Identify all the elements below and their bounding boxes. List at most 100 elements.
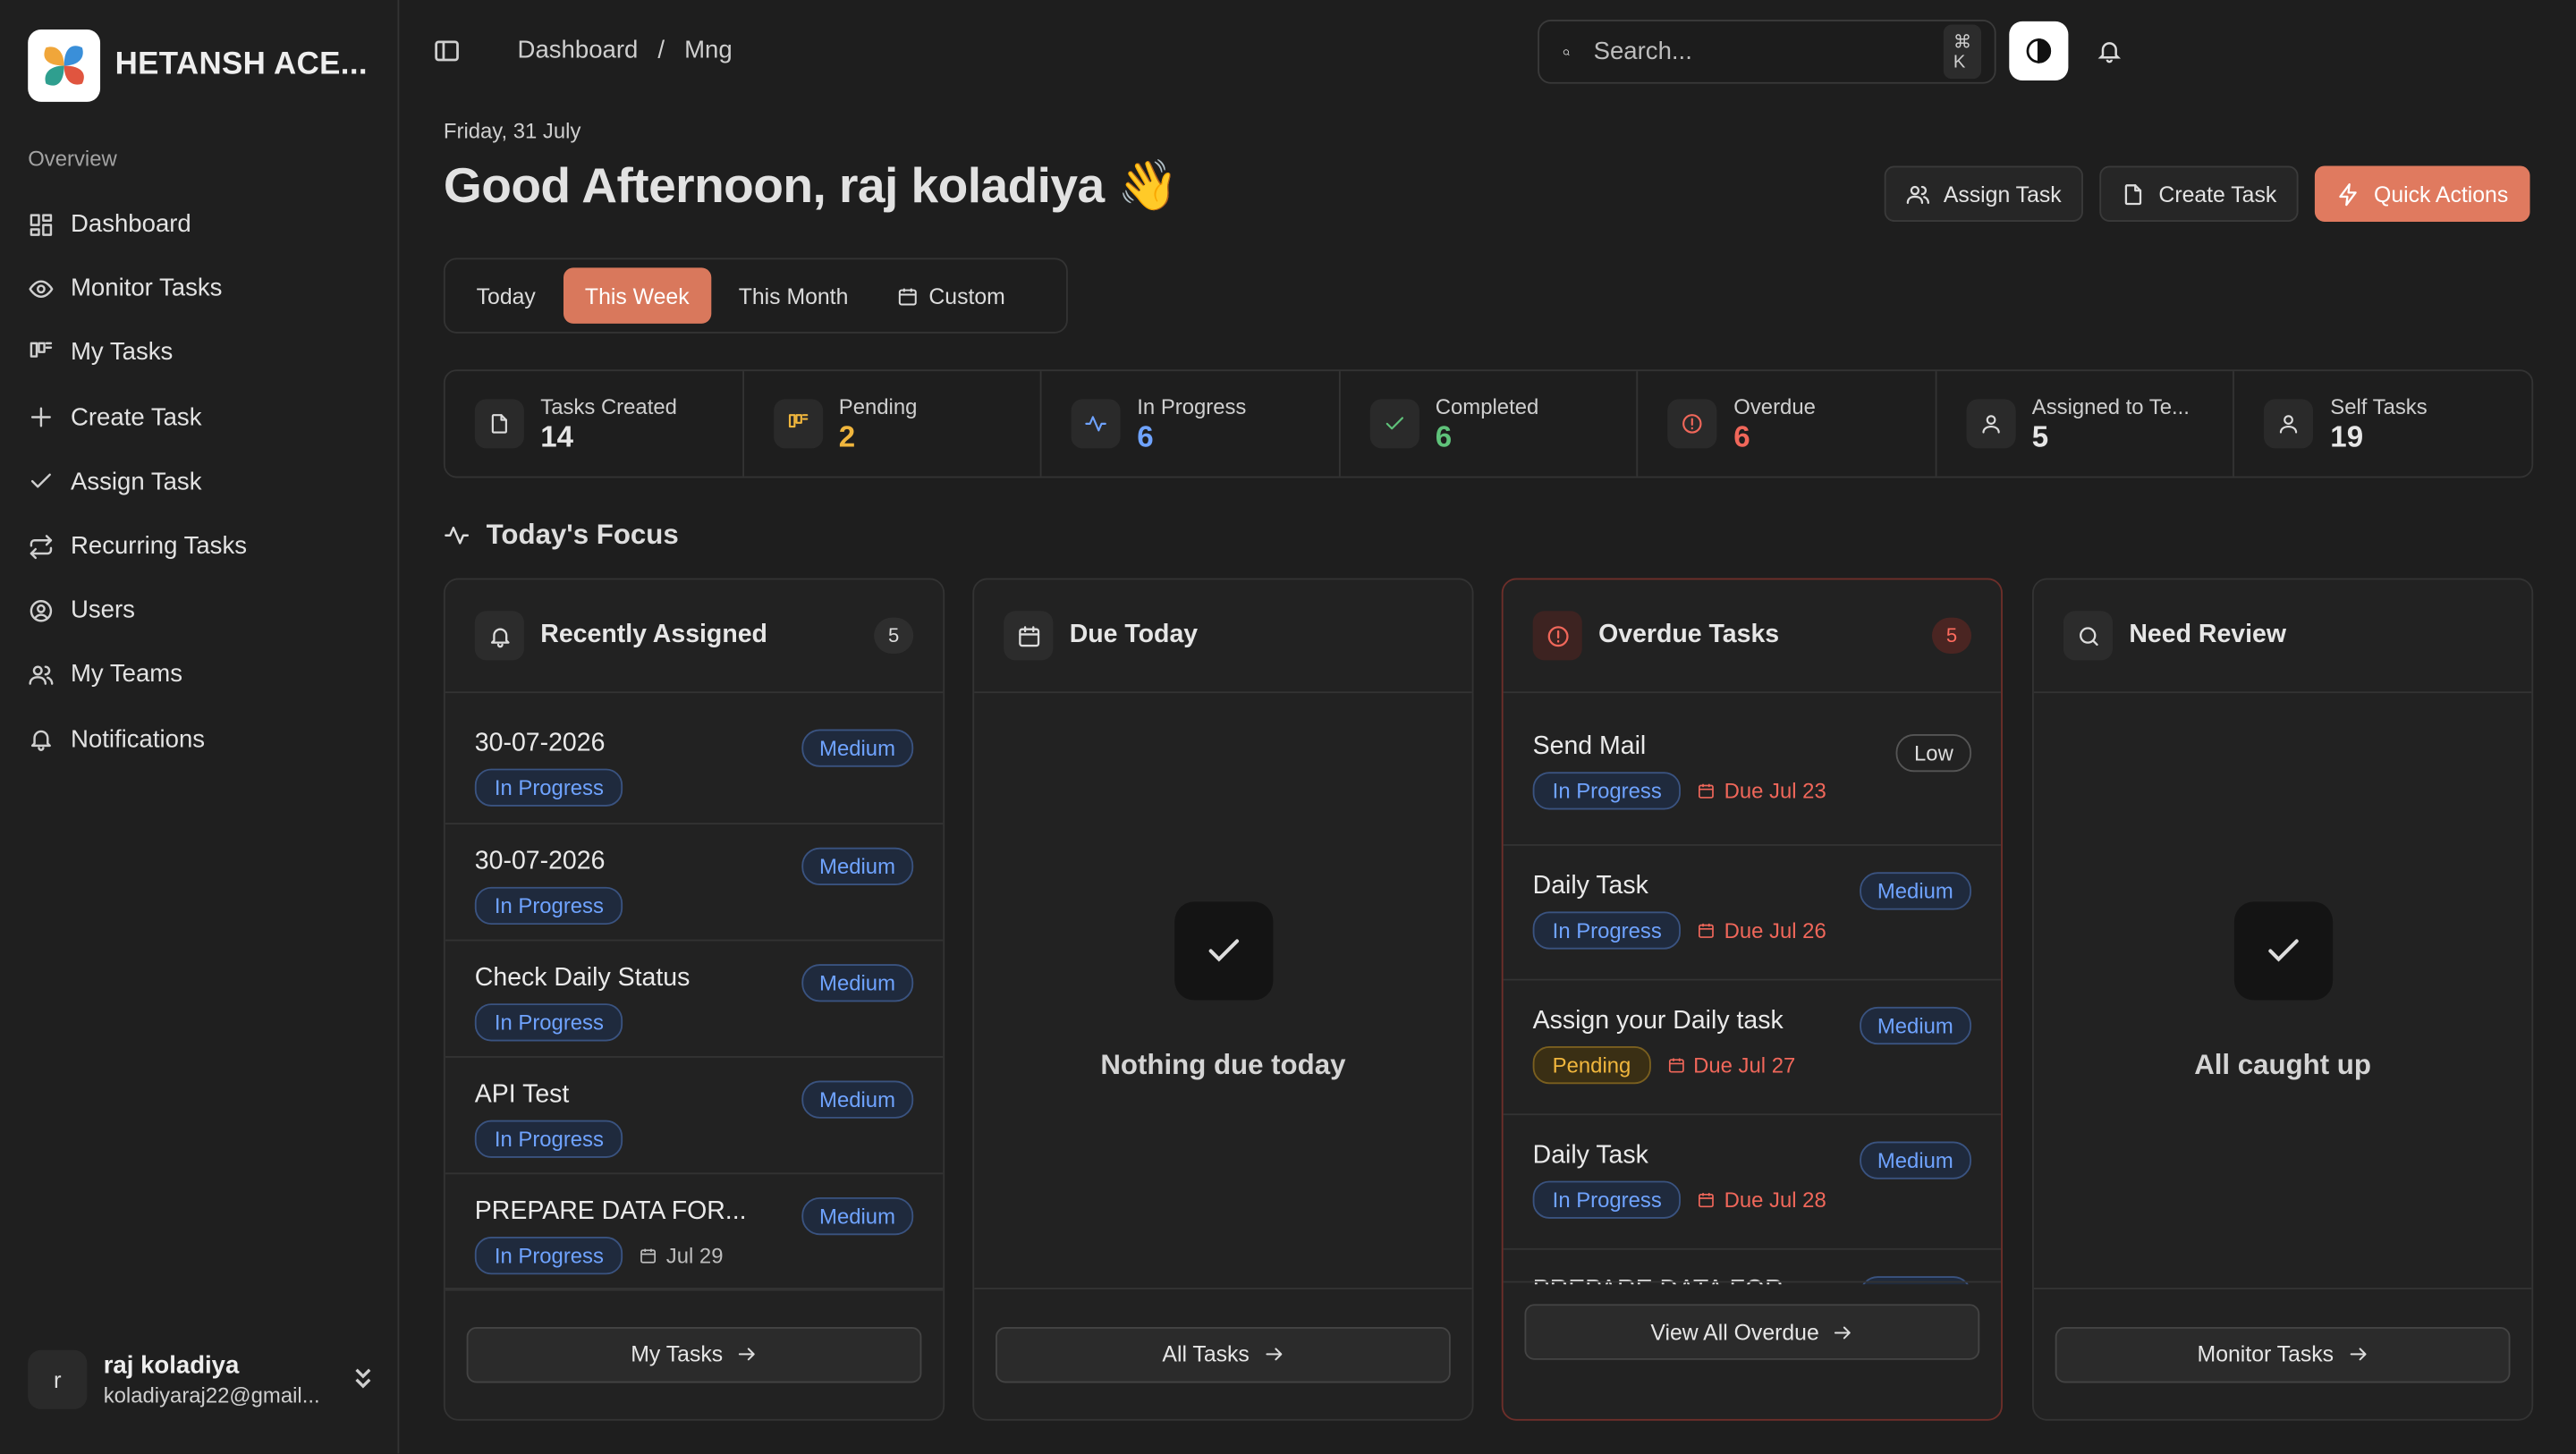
list-item[interactable]: Check Daily Status Medium In Progress bbox=[445, 941, 944, 1058]
count-badge: 5 bbox=[1931, 617, 1972, 655]
calendar-icon bbox=[1004, 611, 1054, 661]
view-all-overdue-button[interactable]: View All Overdue bbox=[1524, 1304, 1980, 1360]
list-item[interactable]: Daily Task Medium In Progress Due Jul 28 bbox=[1503, 1115, 2002, 1250]
stat-label: Completed bbox=[1435, 393, 1539, 418]
list-item[interactable]: 30-07-2026 Medium In Progress bbox=[445, 824, 944, 942]
stat-label: In Progress bbox=[1137, 393, 1247, 418]
list-item[interactable]: PREPARE DATA FOR... Medium In Progress Jul … bbox=[445, 1174, 944, 1291]
list-item[interactable]: API Test Medium In Progress bbox=[445, 1058, 944, 1175]
card-recently-assigned: Recently Assigned 5 30-07-2026 Medium In P… bbox=[443, 578, 945, 1421]
stat-tasks-created[interactable]: Tasks Created 14 bbox=[445, 371, 744, 477]
list-item[interactable]: Send Mail Low In Progress Due Jul 23 bbox=[1503, 693, 2002, 846]
calendar-icon bbox=[641, 1248, 657, 1264]
file-icon bbox=[2124, 183, 2142, 205]
sidebar-item-my-teams[interactable]: My Teams bbox=[28, 643, 373, 707]
task-list: Send Mail Low In Progress Due Jul 23 Daily T… bbox=[1503, 693, 2002, 1285]
priority-badge: Low bbox=[1895, 734, 1972, 773]
brand[interactable]: HETANSH ACE... bbox=[28, 30, 368, 102]
breadcrumb-dashboard[interactable]: Dashboard bbox=[518, 36, 639, 63]
priority-badge: Medium bbox=[1859, 872, 1972, 910]
tab-custom[interactable]: Custom bbox=[877, 267, 1027, 323]
stat-self-tasks[interactable]: Self Tasks 19 bbox=[2235, 371, 2532, 477]
due-date-text: Jul 29 bbox=[665, 1243, 724, 1268]
sidebar-item-label: My Teams bbox=[70, 661, 183, 689]
sidebar-item-notifications[interactable]: Notifications bbox=[28, 707, 373, 772]
sidebar-toggle-icon[interactable] bbox=[434, 38, 460, 63]
stats-bar: Tasks Created 14 Pending 2 In Progress 6 Compl… bbox=[443, 369, 2534, 478]
user-icon bbox=[1966, 399, 2016, 449]
stat-pending[interactable]: Pending 2 bbox=[743, 371, 1042, 477]
empty-message: All caught up bbox=[2194, 1049, 2371, 1081]
stat-overdue[interactable]: Overdue 6 bbox=[1639, 371, 1937, 477]
focus-title-text: Today's Focus bbox=[486, 519, 679, 551]
card-footer: My Tasks bbox=[445, 1287, 944, 1419]
due-date: Due Jul 28 bbox=[1698, 1188, 1826, 1212]
sidebar-item-users[interactable]: Users bbox=[28, 579, 373, 643]
activity-icon bbox=[1071, 399, 1121, 449]
status-badge: In Progress bbox=[474, 1003, 623, 1042]
sidebar-item-label: Dashboard bbox=[70, 210, 191, 239]
sidebar-item-label: Assign Task bbox=[70, 468, 202, 496]
arrow-right-icon bbox=[1265, 1348, 1282, 1361]
all-tasks-label: All Tasks bbox=[1162, 1341, 1250, 1367]
sidebar-item-assign-task[interactable]: Assign Task bbox=[28, 450, 373, 514]
sidebar-item-my-tasks[interactable]: My Tasks bbox=[28, 321, 373, 385]
plus-icon bbox=[30, 407, 51, 427]
sidebar-item-create-task[interactable]: Create Task bbox=[28, 385, 373, 450]
arrow-right-icon bbox=[1835, 1325, 1852, 1339]
search-box[interactable]: ⌘ K bbox=[1538, 20, 1996, 84]
stat-assigned-to-team[interactable]: Assigned to Te... 5 bbox=[1936, 371, 2235, 477]
check-icon bbox=[30, 474, 51, 489]
repeat-icon bbox=[30, 534, 53, 559]
nav-section-overview: Overview bbox=[28, 146, 117, 172]
list-item[interactable]: Daily Task Medium In Progress Due Jul 26 bbox=[1503, 846, 2002, 981]
sidebar-item-label: Monitor Tasks bbox=[70, 275, 223, 303]
bell-icon bbox=[2097, 42, 2122, 63]
chevrons-up-down-icon[interactable] bbox=[353, 1365, 373, 1393]
shortcut-badge: ⌘ K bbox=[1943, 24, 1982, 80]
stat-value: 6 bbox=[1733, 419, 1750, 453]
list-item[interactable]: 30-07-2026 Medium In Progress bbox=[445, 693, 944, 825]
theme-toggle-button[interactable] bbox=[2009, 21, 2069, 80]
stat-completed[interactable]: Completed 6 bbox=[1340, 371, 1639, 477]
card-due-today: Due Today Nothing due today All Tasks bbox=[972, 578, 1474, 1421]
tab-this-month[interactable]: This Month bbox=[717, 267, 869, 323]
stat-in-progress[interactable]: In Progress 6 bbox=[1042, 371, 1341, 477]
assign-task-button[interactable]: Assign Task bbox=[1884, 165, 2083, 222]
create-task-button[interactable]: Create Task bbox=[2099, 165, 2299, 222]
user-name: raj koladiya bbox=[103, 1351, 240, 1380]
user-menu[interactable]: r raj koladiya koladiyaraj22@gmail... bbox=[28, 1349, 373, 1409]
tab-today[interactable]: Today bbox=[455, 267, 557, 323]
calendar-icon bbox=[1699, 783, 1715, 799]
due-date-text: Due Jul 23 bbox=[1724, 778, 1826, 804]
due-date: Due Jul 26 bbox=[1698, 918, 1826, 943]
card-footer: Monitor Tasks bbox=[2033, 1287, 2532, 1419]
breadcrumb: Dashboard / Mng bbox=[518, 36, 733, 63]
list-item[interactable]: PREPARE DATA FOR...MediumIn Progress bbox=[1504, 1250, 2002, 1285]
priority-badge: Medium bbox=[801, 1196, 914, 1236]
kanban-icon bbox=[773, 399, 823, 449]
priority-badge: Medium bbox=[801, 1080, 914, 1119]
sidebar-item-label: My Tasks bbox=[70, 339, 174, 368]
stat-value: 2 bbox=[838, 419, 856, 453]
sidebar-item-monitor-tasks[interactable]: Monitor Tasks bbox=[28, 257, 373, 321]
my-tasks-button[interactable]: My Tasks bbox=[466, 1326, 922, 1382]
monitor-tasks-button[interactable]: Monitor Tasks bbox=[2055, 1326, 2511, 1382]
priority-badge: Medium bbox=[801, 964, 914, 1002]
tab-this-week[interactable]: This Week bbox=[564, 267, 711, 324]
all-tasks-button[interactable]: All Tasks bbox=[996, 1326, 1451, 1382]
stat-value: 6 bbox=[1435, 419, 1453, 453]
stat-label: Overdue bbox=[1733, 393, 1816, 418]
list-item[interactable]: Assign your Daily task Medium Pending Due J… bbox=[1503, 981, 2002, 1116]
alert-circle-icon bbox=[1532, 611, 1582, 661]
notifications-button[interactable] bbox=[2097, 38, 2123, 72]
current-date: Friday, 31 July bbox=[443, 118, 581, 143]
section-title-todays-focus: Today's Focus bbox=[444, 519, 679, 552]
priority-badge: Medium bbox=[801, 847, 914, 885]
quick-actions-button[interactable]: Quick Actions bbox=[2314, 165, 2530, 222]
sidebar-item-dashboard[interactable]: Dashboard bbox=[28, 192, 373, 257]
breadcrumb-separator: / bbox=[657, 36, 665, 64]
sidebar-item-recurring-tasks[interactable]: Recurring Tasks bbox=[28, 514, 373, 579]
dashboard-icon bbox=[30, 213, 53, 236]
search-input[interactable] bbox=[1593, 38, 1921, 66]
